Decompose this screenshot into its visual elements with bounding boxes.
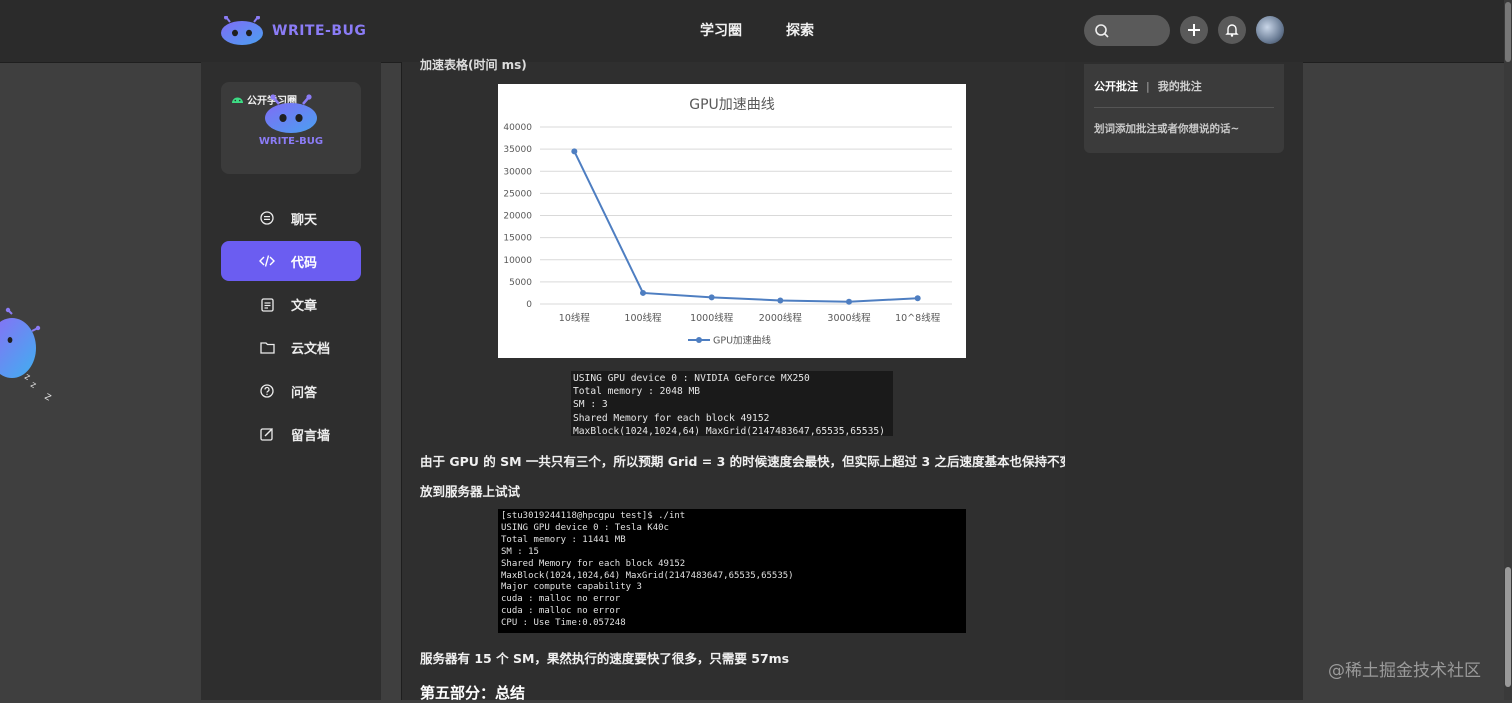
nav-item-explore[interactable]: 探索: [786, 20, 814, 40]
android-icon: [232, 97, 243, 103]
terminal-line: cuda : malloc no error: [501, 594, 621, 605]
annotation-card: 公开批注 | 我的批注 划词添加批注或者你想说的话~: [1084, 64, 1284, 153]
main-nav: 学习圈 探索: [700, 20, 814, 40]
tab-public-annotations[interactable]: 公开批注: [1094, 78, 1138, 94]
data-point: [708, 294, 715, 301]
terminal-line: Total memory : 2048 MB: [573, 386, 701, 398]
circle-mascot-image: [265, 94, 317, 133]
line-chart-svg: GPU加速曲线 40000 35000 30000 25000 20000 15000 10…: [503, 97, 952, 347]
circle-brand: WRITE-BUG: [258, 136, 324, 147]
mascot-logo-icon: [221, 16, 263, 45]
svg-text:z: z: [43, 389, 55, 403]
y-tick-label: 30000: [503, 167, 532, 177]
nav-item-study-circle[interactable]: 学习圈: [700, 20, 742, 40]
sidebar-item-message-wall[interactable]: 留言墙: [221, 414, 361, 454]
terminal-output-server: [stu3019244118@hpcgpu test]$ ./int USING…: [498, 509, 966, 633]
site-logo[interactable]: WRITE-BUG: [220, 12, 366, 50]
article-icon: [259, 297, 275, 313]
y-tick-label: 15000: [503, 234, 532, 244]
sidebar-item-cloud-docs[interactable]: 云文档: [221, 328, 361, 368]
sidebar-item-qa[interactable]: 问答: [221, 371, 361, 411]
sidebar-item-label: 代码: [291, 255, 318, 271]
data-point: [914, 295, 921, 302]
question-icon: [259, 383, 275, 399]
paragraph-server-try: 放到服务器上试试: [420, 484, 521, 499]
legend-marker: [696, 337, 702, 343]
plus-icon: [1188, 24, 1200, 36]
sidebar-item-label: 云文档: [291, 342, 331, 358]
y-tick-label: 35000: [503, 145, 532, 155]
notifications-button[interactable]: [1218, 16, 1246, 44]
tab-separator: |: [1146, 79, 1150, 93]
terminal-line: USING GPU device 0 : NVIDIA GeForce MX25…: [573, 373, 810, 384]
data-point: [571, 148, 578, 155]
svg-text:z: z: [29, 380, 38, 391]
terminal-line: USING GPU device 0 : Tesla K40c: [501, 522, 669, 533]
paragraph-server-result: 服务器有 15 个 SM，果然执行的速度要快了很多，只需要 57ms: [420, 651, 790, 666]
data-point: [777, 297, 784, 304]
floating-mascot-icon[interactable]: z z z: [0, 306, 60, 406]
sidebar-menu: 聊天 代码 文章 云文档 问答 留言墙: [221, 198, 361, 458]
terminal-output-local: USING GPU device 0 : NVIDIA GeForce MX25…: [571, 371, 893, 437]
code-icon: [259, 253, 275, 269]
search-icon: [1095, 23, 1109, 38]
data-point: [640, 289, 646, 296]
gpu-speed-chart: GPU加速曲线 40000 35000 30000 25000 20000 15000 10…: [498, 84, 966, 358]
y-tick-label: 25000: [503, 189, 532, 199]
right-sidebar: [1065, 62, 1303, 700]
watermark: @稀土掘金技术社区: [1328, 661, 1481, 681]
tab-my-annotations[interactable]: 我的批注: [1158, 78, 1202, 94]
terminal-line: Total memory : 11441 MB: [501, 534, 626, 545]
x-tick-label: 1000线程: [690, 312, 734, 324]
legend-label: GPU加速曲线: [713, 335, 772, 347]
sidebar-item-article[interactable]: 文章: [221, 285, 361, 325]
page-scrollbar-upper: [1505, 2, 1511, 62]
study-circle-card[interactable]: 公开学习圈 WRITE-BUG: [221, 82, 361, 174]
brand-name: WRITE-BUG: [272, 23, 367, 39]
top-navbar: WRITE-BUG 学习圈 探索: [0, 0, 1512, 63]
y-tick-label: 20000: [503, 212, 532, 222]
x-tick-label: 2000线程: [759, 312, 803, 324]
terminal-line: cuda : malloc no error: [501, 606, 621, 617]
x-tick-label: 10^8线程: [895, 312, 941, 324]
bell-icon: [1225, 24, 1239, 37]
page-scrollbar-thumb[interactable]: [1505, 567, 1511, 687]
y-tick-label: 5000: [509, 278, 532, 288]
y-tick-label: 10000: [503, 256, 532, 266]
terminal-line: MaxBlock(1024,1024,64) MaxGrid(214748364…: [573, 425, 885, 437]
annotation-tabs: 公开批注 | 我的批注: [1094, 78, 1202, 94]
divider: [1094, 107, 1274, 108]
chart-title: GPU加速曲线: [689, 97, 775, 113]
sidebar-item-label: 聊天: [291, 212, 318, 228]
series-line: [573, 150, 918, 303]
y-tick-label: 40000: [503, 123, 532, 133]
sidebar-item-chat[interactable]: 聊天: [221, 198, 361, 238]
x-tick-label: 10线程: [559, 312, 591, 324]
annotation-hint: 划词添加批注或者你想说的话~: [1094, 123, 1240, 135]
avatar[interactable]: [1256, 16, 1284, 44]
x-tick-label: 100线程: [624, 312, 662, 324]
terminal-line: SM : 3: [573, 399, 608, 411]
partial-heading: 加速表格(时间 ms): [420, 58, 527, 72]
sidebar-item-code[interactable]: 代码: [221, 241, 361, 282]
y-tick-label: 0: [526, 300, 532, 310]
terminal-line: CPU : Use Time:0.057248: [501, 618, 626, 629]
paragraph-sm-note: 由于 GPU 的 SM 一共只有三个，所以预期 Grid = 3 的时候速度会最…: [420, 454, 1073, 469]
edit-icon: [259, 426, 275, 442]
chat-icon: [259, 210, 275, 226]
terminal-line: Shared Memory for each block 49152: [501, 558, 686, 569]
folder-icon: [259, 340, 275, 356]
terminal-line: [stu3019244118@hpcgpu test]$ ./int: [501, 511, 686, 521]
sidebar-item-label: 问答: [291, 385, 318, 401]
terminal-line: SM : 15: [501, 546, 539, 557]
sidebar-item-label: 留言墙: [291, 428, 331, 444]
x-tick-label: 3000线程: [827, 312, 871, 324]
data-point: [846, 298, 852, 305]
search-input[interactable]: [1084, 15, 1170, 46]
sidebar-item-label: 文章: [291, 299, 318, 315]
add-button[interactable]: [1180, 16, 1208, 44]
terminal-line: Shared Memory for each block 49152: [573, 412, 770, 424]
terminal-line: MaxBlock(1024,1024,64) MaxGrid(214748364…: [501, 570, 794, 581]
terminal-line: Major compute capability 3: [501, 582, 642, 593]
